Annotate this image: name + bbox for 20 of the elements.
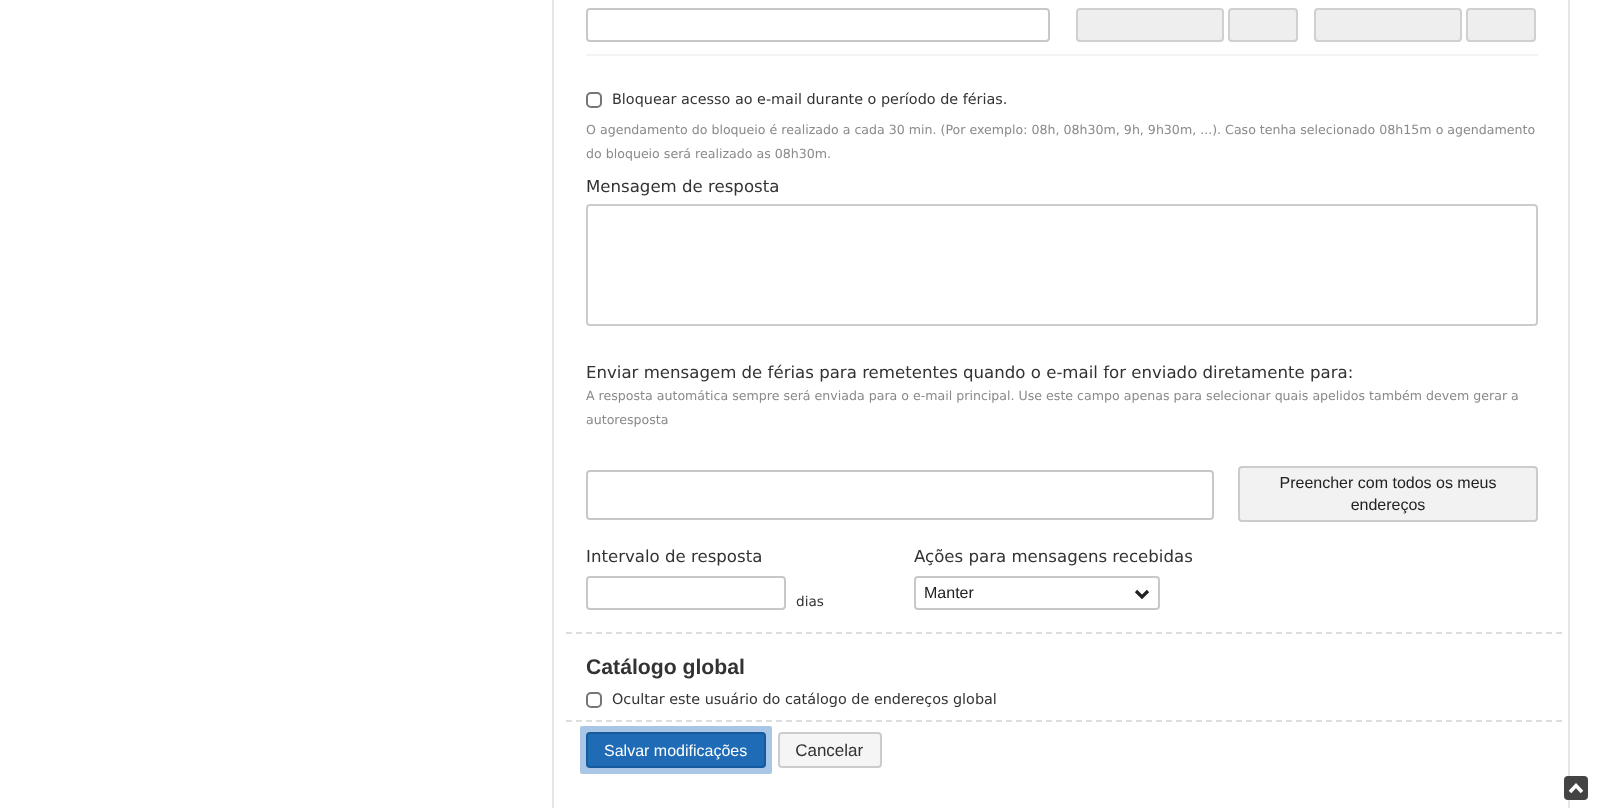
actions-dropdown[interactable]: Manter: [914, 576, 1160, 610]
text-field[interactable]: [586, 8, 1050, 42]
field-label: Mensagem de resposta: [586, 174, 782, 198]
field-label: Enviar mensagem de férias para remetentes quando o e-mail for enviado diretamente para:: [586, 360, 1356, 384]
disabled-field: [1466, 8, 1536, 42]
section-title: Catálogo global: [586, 654, 747, 682]
disabled-field: [1228, 8, 1298, 42]
cancel-button[interactable]: Cancelar: [777, 732, 882, 768]
checkbox[interactable]: [586, 691, 602, 707]
chevron-up-icon: [1568, 782, 1584, 794]
chevron-down-icon: [1134, 587, 1150, 599]
message-textarea[interactable]: [586, 204, 1538, 326]
scroll-to-top-button[interactable]: [1564, 776, 1588, 800]
field-label: Ações para mensagens recebidas: [914, 544, 1195, 568]
interval-field[interactable]: [586, 576, 786, 610]
save-button[interactable]: Salvar modificações: [586, 732, 766, 768]
fill-addresses-button[interactable]: Preencher com todos os meus endereços: [1238, 466, 1538, 522]
field-label: Intervalo de resposta: [586, 544, 765, 568]
checkbox[interactable]: [586, 91, 602, 107]
alias-field[interactable]: [586, 469, 1214, 519]
